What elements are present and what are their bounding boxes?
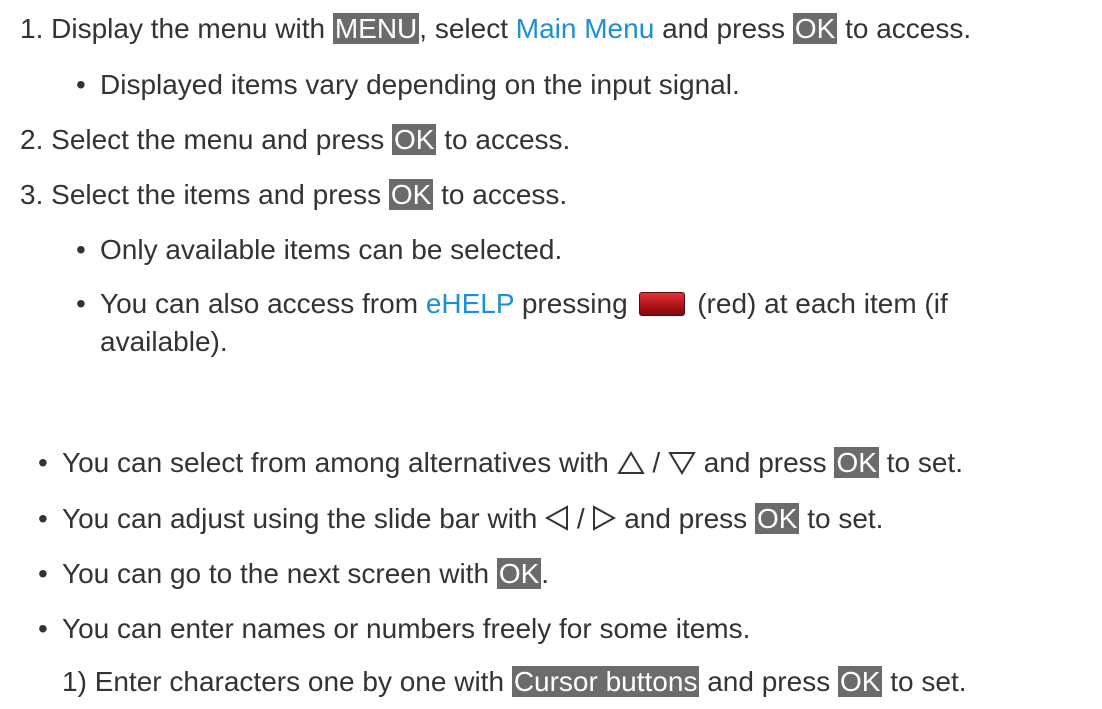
substep-text: Enter characters one by one with: [94, 666, 505, 697]
ok-key-label: OK: [388, 179, 434, 210]
note-text: You can also access from: [100, 288, 419, 319]
up-triangle-icon: [616, 451, 645, 474]
step-text: to access.: [845, 13, 972, 44]
tip-slide-bar: • You can adjust using the slide bar with…: [38, 502, 883, 536]
note-text: pressing: [521, 288, 628, 319]
ok-key-label: OK: [792, 13, 838, 44]
step-text: Select the items and press: [51, 179, 382, 210]
ok-key-label: OK: [834, 447, 879, 478]
tip-enter-names: • You can enter names or numbers freely f…: [38, 612, 750, 646]
substep-1: 1) Enter characters one by one with Curs…: [62, 665, 967, 699]
substep-text: to set.: [890, 666, 967, 697]
bullet: •: [76, 69, 86, 100]
step-number: 3.: [20, 179, 44, 210]
ehelp-link[interactable]: eHELP: [426, 288, 514, 319]
tip-text: to set.: [886, 447, 963, 478]
ok-key-label: OK: [754, 503, 800, 534]
step-text: , select: [419, 13, 508, 44]
tip-text: You can enter names or numbers freely fo…: [62, 613, 751, 644]
ok-key-label: OK: [496, 558, 542, 589]
step-1: 1. Display the menu with MENU, select Ma…: [20, 12, 971, 46]
note-text: available).: [100, 326, 228, 357]
step-3: 3. Select the items and press OK to acce…: [20, 178, 567, 212]
menu-key-label: MENU: [332, 13, 420, 44]
bullet: •: [38, 447, 48, 478]
step-text: to access.: [444, 124, 571, 155]
substep-number: 1): [62, 666, 87, 697]
note-text: Displayed items vary depending on the in…: [100, 69, 740, 100]
right-triangle-icon: [593, 505, 617, 531]
step-2: 2. Select the menu and press OK to acces…: [20, 123, 570, 157]
tip-text: to set.: [807, 503, 884, 534]
step-text: and press: [662, 13, 786, 44]
step-text: Display the menu with: [51, 13, 326, 44]
step-1-note: • Displayed items vary depending on the i…: [76, 68, 740, 102]
note-text: (red) at each item (if: [697, 288, 948, 319]
tip-next-screen: • You can go to the next screen with OK.: [38, 557, 549, 591]
main-menu-link[interactable]: Main Menu: [516, 13, 655, 44]
step-number: 1.: [20, 13, 44, 44]
tip-text: .: [541, 558, 550, 589]
bullet: •: [38, 503, 48, 534]
step-text: to access.: [441, 179, 568, 210]
ok-key-label: OK: [837, 666, 883, 697]
separator: /: [652, 447, 661, 478]
step-number: 2.: [20, 124, 44, 155]
bullet: •: [38, 558, 48, 589]
cursor-buttons-key-label: Cursor buttons: [511, 666, 700, 697]
tip-text: You can select from among alternatives w…: [62, 447, 609, 478]
tip-text: and press: [703, 447, 827, 478]
ok-key-label: OK: [392, 124, 437, 155]
note-text: Only available items can be selected.: [100, 234, 563, 265]
bullet: •: [76, 288, 86, 319]
left-triangle-icon: [545, 505, 569, 531]
separator: /: [576, 503, 585, 534]
red-button-icon: [639, 292, 686, 316]
step-3-note-2-continued: available).: [100, 325, 228, 359]
step-3-note-1: • Only available items can be selected.: [76, 233, 562, 267]
substep-text: and press: [707, 666, 831, 697]
bullet: •: [38, 613, 48, 644]
tip-text: and press: [624, 503, 748, 534]
step-3-note-2: • You can also access from eHELP pressing…: [76, 287, 948, 321]
bullet: •: [76, 234, 86, 265]
tip-text: You can go to the next screen with: [62, 558, 490, 589]
down-triangle-icon: [668, 452, 696, 475]
tip-select-alternatives: • You can select from among alternatives …: [38, 446, 963, 480]
step-text: Select the menu and press: [51, 124, 385, 155]
tip-text: You can adjust using the slide bar with: [62, 503, 538, 534]
